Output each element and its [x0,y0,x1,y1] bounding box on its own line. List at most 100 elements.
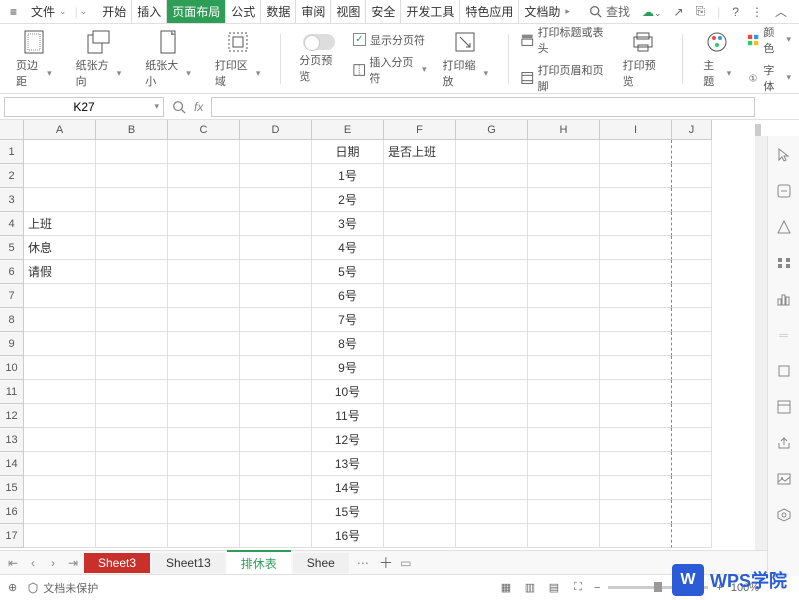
cell-E11[interactable]: 10号 [312,380,384,404]
cell-D8[interactable] [240,308,312,332]
cell-F16[interactable] [384,500,456,524]
clipboard-icon[interactable] [775,362,793,380]
cell-H9[interactable] [528,332,600,356]
tab-review[interactable]: 审阅 [296,0,331,23]
cell-E16[interactable]: 15号 [312,500,384,524]
cell-E13[interactable]: 12号 [312,428,384,452]
cell-H4[interactable] [528,212,600,236]
cell-D7[interactable] [240,284,312,308]
cell-A4[interactable]: 上班 [24,212,96,236]
cell-H11[interactable] [528,380,600,404]
row-header-7[interactable]: 7 [0,284,24,308]
view-page-icon[interactable]: ▥ [522,580,538,596]
sheet-last-icon[interactable]: ⇥ [64,554,82,572]
cell-G9[interactable] [456,332,528,356]
cell-B7[interactable] [96,284,168,308]
collapse-ribbon-icon[interactable]: ︿ [775,3,787,20]
formula-input[interactable] [211,97,755,117]
zoom-out-icon[interactable]: − [594,582,600,594]
tab-data[interactable]: 数据 [261,0,296,23]
cell-C2[interactable] [168,164,240,188]
share-icon[interactable]: ↗ [674,5,684,19]
row-header-8[interactable]: 8 [0,308,24,332]
cell-F14[interactable] [384,452,456,476]
cell-E5[interactable]: 4号 [312,236,384,260]
cell-D16[interactable] [240,500,312,524]
col-header-B[interactable]: B [96,120,168,140]
cell-C7[interactable] [168,284,240,308]
cell-A14[interactable] [24,452,96,476]
cell-D15[interactable] [240,476,312,500]
row-header-17[interactable]: 17 [0,524,24,548]
cell-C13[interactable] [168,428,240,452]
cell-C14[interactable] [168,452,240,476]
tab-doc-assist[interactable]: 文档助 [519,0,565,23]
cell-I6[interactable] [600,260,672,284]
cell-G10[interactable] [456,356,528,380]
print-hf-button[interactable]: 打印页眉和页脚 [521,61,607,95]
help-icon[interactable]: ? [732,5,739,19]
properties-icon[interactable] [775,254,793,272]
col-header-F[interactable]: F [384,120,456,140]
cell-D1[interactable] [240,140,312,164]
cell-E6[interactable]: 5号 [312,260,384,284]
cell-E2[interactable]: 1号 [312,164,384,188]
tab-devtools[interactable]: 开发工具 [401,0,460,23]
lookup-icon[interactable] [172,100,186,114]
cell-F4[interactable] [384,212,456,236]
tab-security[interactable]: 安全 [366,0,401,23]
cell-A11[interactable] [24,380,96,404]
row-header-11[interactable]: 11 [0,380,24,404]
cell-H14[interactable] [528,452,600,476]
cell-D11[interactable] [240,380,312,404]
row-header-1[interactable]: 1 [0,140,24,164]
cell-I9[interactable] [600,332,672,356]
cell-A10[interactable] [24,356,96,380]
margins-button[interactable]: 页边距▾ [8,28,60,89]
cell-J14[interactable] [672,452,712,476]
filter-icon[interactable]: ═ [775,326,793,344]
cell-C4[interactable] [168,212,240,236]
row-header-12[interactable]: 12 [0,404,24,428]
cell-C8[interactable] [168,308,240,332]
cell-B16[interactable] [96,500,168,524]
fonts-button[interactable]: ①字体▾ [747,61,791,95]
fx-icon[interactable]: fx [194,100,203,114]
view-fullscreen-icon[interactable]: ⛶ [570,580,586,596]
orientation-button[interactable]: 纸张方向▾ [68,28,130,89]
cell-H16[interactable] [528,500,600,524]
tab-formula[interactable]: 公式 [226,0,261,23]
cell-I11[interactable] [600,380,672,404]
image-icon[interactable] [775,470,793,488]
cell-J12[interactable] [672,404,712,428]
cell-D3[interactable] [240,188,312,212]
cell-J2[interactable] [672,164,712,188]
cell-F9[interactable] [384,332,456,356]
cell-C11[interactable] [168,380,240,404]
cell-G12[interactable] [456,404,528,428]
sheet-tab-sheet13[interactable]: Sheet13 [152,553,225,573]
cell-I3[interactable] [600,188,672,212]
cell-C12[interactable] [168,404,240,428]
cell-H8[interactable] [528,308,600,332]
cell-J8[interactable] [672,308,712,332]
cell-D12[interactable] [240,404,312,428]
cell-G2[interactable] [456,164,528,188]
file-menu[interactable]: 文件 ⌄ [25,3,73,20]
cell-I13[interactable] [600,428,672,452]
col-header-A[interactable]: A [24,120,96,140]
cell-I17[interactable] [600,524,672,548]
cell-E3[interactable]: 2号 [312,188,384,212]
cell-A2[interactable] [24,164,96,188]
cell-G16[interactable] [456,500,528,524]
colors-button[interactable]: 颜色▾ [747,23,791,57]
cell-B3[interactable] [96,188,168,212]
sheet-next-icon[interactable]: › [44,554,62,572]
col-header-E[interactable]: E [312,120,384,140]
cell-I2[interactable] [600,164,672,188]
paper-size-button[interactable]: 纸张大小▾ [137,28,199,89]
cell-E4[interactable]: 3号 [312,212,384,236]
lang-icon[interactable]: ⊕ [8,581,17,594]
cell-G14[interactable] [456,452,528,476]
cell-D2[interactable] [240,164,312,188]
